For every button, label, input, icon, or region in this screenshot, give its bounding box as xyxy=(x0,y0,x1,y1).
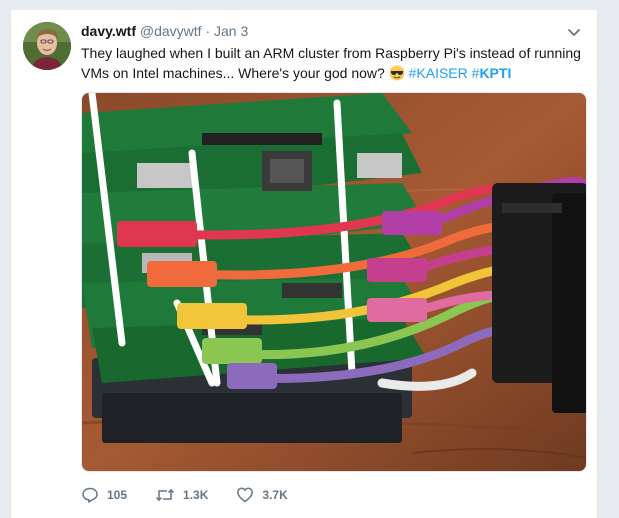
raspberry-pi-cluster-photo xyxy=(82,93,586,471)
like-button[interactable]: 3.7K xyxy=(236,486,288,504)
hashtag-link[interactable]: #KPTI xyxy=(472,65,512,81)
reply-button[interactable]: 105 xyxy=(81,486,127,504)
retweet-icon xyxy=(155,488,175,502)
retweet-count: 1.3K xyxy=(183,488,209,502)
user-handle[interactable]: @davywtf xyxy=(140,23,202,39)
tweet-photo[interactable] xyxy=(81,92,587,472)
tweet-text: They laughed when I built an ARM cluster… xyxy=(81,43,586,83)
sunglasses-emoji-icon xyxy=(389,65,405,81)
avatar-image xyxy=(23,22,71,70)
tweet-timestamp[interactable]: Jan 3 xyxy=(214,23,248,39)
like-count: 3.7K xyxy=(262,488,288,502)
heart-icon xyxy=(237,487,254,503)
chevron-down-icon[interactable] xyxy=(565,24,583,42)
reply-count: 105 xyxy=(107,488,128,502)
display-name[interactable]: davy.wtf xyxy=(81,23,136,39)
separator-dot: · xyxy=(205,23,211,39)
retweet-button[interactable]: 1.3K xyxy=(155,486,208,504)
tweet-header: davy.wtf @davywtf · Jan 3 xyxy=(81,22,248,40)
tweet-actions: 105 1.3K 3.7K xyxy=(81,484,316,506)
hashtag-link[interactable]: #KAISER xyxy=(409,65,468,81)
reply-icon xyxy=(82,487,98,503)
hashtag-bold: KPTI xyxy=(479,65,512,81)
avatar[interactable] xyxy=(23,22,71,70)
tweet-card[interactable]: davy.wtf @davywtf · Jan 3 They laughed w… xyxy=(10,10,598,518)
